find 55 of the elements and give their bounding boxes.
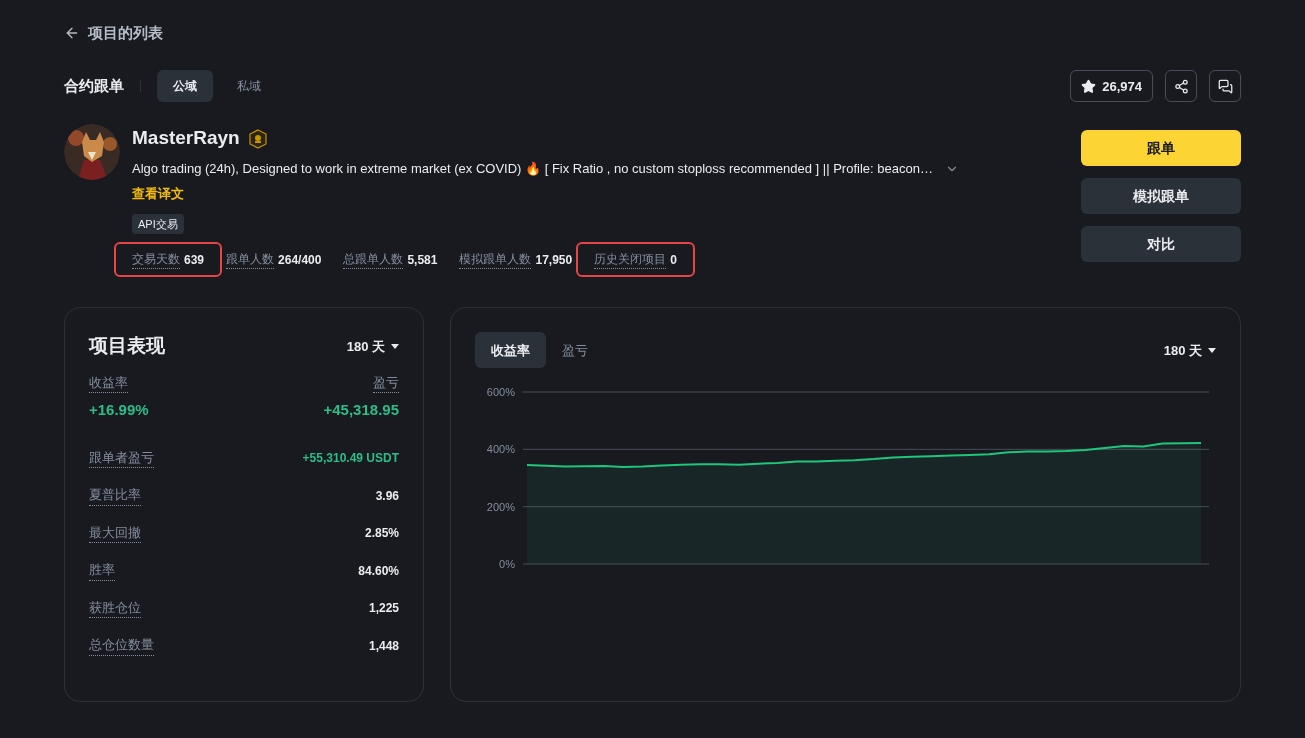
metric-value: 1,448: [368, 637, 399, 655]
stat-label: 跟单人数: [226, 250, 275, 270]
tab[interactable]: 收益率: [475, 332, 546, 369]
tag: API交易: [132, 213, 184, 235]
description: Algo trading (24h), Designed to work in extreme market (ex COVID) 🔥 [ Fix Ratio , no custom stoploss recommended ] || Profile: beacon…: [132, 159, 933, 178]
chat-icon: [1217, 78, 1233, 94]
metric-label: 盈亏: [373, 372, 399, 394]
star-icon: [1081, 78, 1097, 94]
stat-label: 交易天数: [132, 250, 180, 270]
action-button[interactable]: 跟单: [1081, 130, 1241, 167]
metric-label: 跟单者盈亏: [89, 447, 154, 469]
stat-value: 639: [184, 251, 205, 269]
stat-label: 历史关闭项目: [594, 250, 667, 270]
page-title: 合约跟单: [64, 76, 124, 96]
metric-value: 84.60%: [358, 562, 399, 580]
caret-icon: [1208, 347, 1216, 353]
caret-icon: [391, 344, 399, 349]
stat-label: 模拟跟单人数: [459, 250, 532, 270]
tab[interactable]: 公域: [157, 70, 213, 103]
metric-label: 最大回撤: [89, 522, 141, 544]
axis-label: 400%: [486, 443, 515, 456]
metric-label: 胜率: [89, 560, 115, 581]
chat-button[interactable]: [1209, 70, 1241, 103]
metric-value: 2.85%: [364, 525, 399, 542]
period-dropdown[interactable]: 180 天: [1163, 340, 1216, 360]
back-link[interactable]: 项目的列表: [64, 22, 163, 45]
tab[interactable]: 盈亏: [546, 332, 604, 369]
axis-label: 200%: [486, 500, 515, 513]
axis-label: 600%: [486, 386, 515, 399]
axis-label: 0%: [499, 558, 515, 571]
metric-value: 3.96: [375, 487, 399, 505]
period-dropdown[interactable]: 180 天: [346, 336, 399, 357]
trader-name: MasterRayn: [132, 126, 240, 151]
favorite-button[interactable]: 26,974: [1070, 70, 1153, 103]
metric-value: +16.99%: [89, 400, 149, 421]
card-title: 项目表现: [89, 334, 165, 359]
metric-label: 总仓位数量: [89, 635, 154, 656]
metric-label: 夏普比率: [89, 485, 141, 506]
action-button[interactable]: 对比: [1081, 226, 1241, 263]
stat-value: 5,581: [407, 251, 438, 269]
tab[interactable]: 私域: [221, 70, 277, 103]
metric-label: 获胜仓位: [89, 597, 141, 619]
translate-link[interactable]: 查看译文: [132, 184, 184, 204]
metric-value: 1,225: [368, 600, 399, 617]
action-button[interactable]: 模拟跟单: [1081, 178, 1241, 215]
share-icon: [1173, 78, 1189, 94]
stat-label: 总跟单人数: [343, 250, 404, 270]
metric-value: +55,310.49 USDT: [302, 450, 399, 467]
stat-value: 0: [670, 251, 677, 269]
badge-icon: [247, 128, 268, 149]
metric-value: +45,318.95: [323, 400, 399, 421]
share-button[interactable]: [1165, 70, 1197, 103]
metric-label: 收益率: [89, 372, 128, 394]
stat-value: 17,950: [535, 251, 573, 269]
stat-value: 264/400: [278, 251, 322, 269]
